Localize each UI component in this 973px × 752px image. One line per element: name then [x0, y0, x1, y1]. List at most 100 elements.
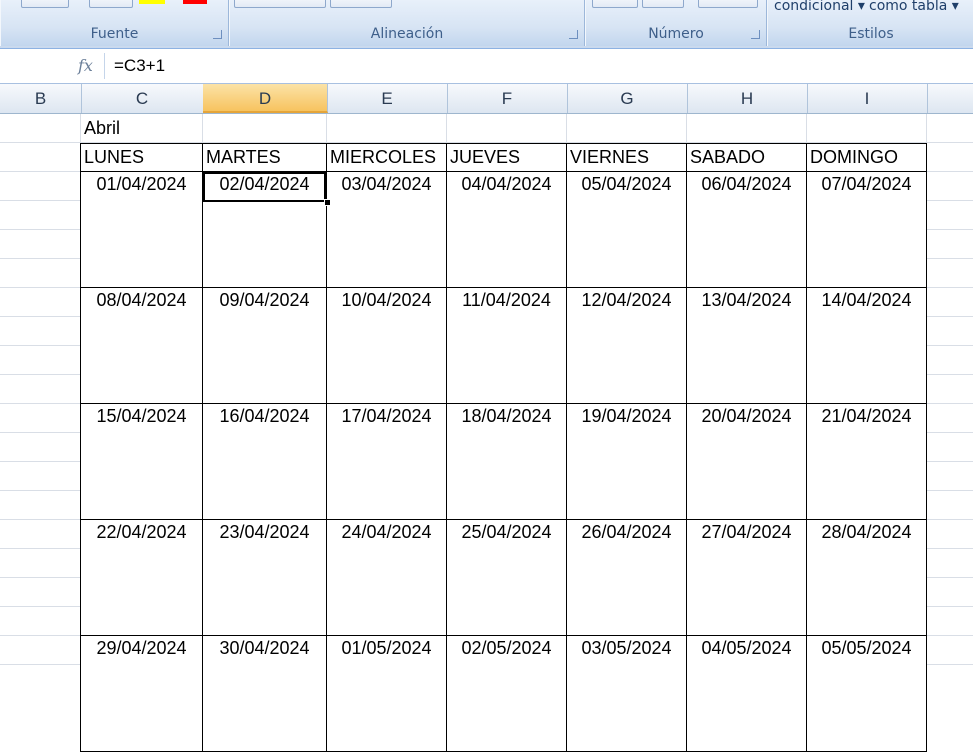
- ribbon-group-label: Alineación: [370, 26, 444, 42]
- date-cell[interactable]: 25/04/2024: [446, 519, 567, 636]
- date-value: 24/04/2024: [341, 522, 432, 542]
- date-value: 30/04/2024: [219, 638, 310, 658]
- date-cell[interactable]: 02/04/2024: [202, 171, 327, 288]
- ribbon-group-estilos: condicional ▾ como tabla ▾ Estilos: [767, 0, 973, 46]
- date-cell[interactable]: 16/04/2024: [202, 403, 327, 520]
- date-cell[interactable]: 13/04/2024: [686, 287, 807, 404]
- date-cell[interactable]: 29/04/2024: [80, 635, 203, 752]
- date-cell[interactable]: 27/04/2024: [686, 519, 807, 636]
- date-value: 03/05/2024: [581, 638, 672, 658]
- date-cell[interactable]: 01/05/2024: [326, 635, 447, 752]
- date-value: 29/04/2024: [96, 638, 187, 658]
- date-value: 08/04/2024: [96, 290, 187, 310]
- font-color-swatch[interactable]: [183, 0, 207, 4]
- date-value: 21/04/2024: [821, 406, 912, 426]
- decimal-buttons[interactable]: [698, 0, 758, 8]
- date-cell[interactable]: 24/04/2024: [326, 519, 447, 636]
- ribbon-group-label: Número: [648, 26, 704, 42]
- weekday-header-cell[interactable]: JUEVES: [446, 143, 567, 172]
- borders-button[interactable]: [89, 0, 133, 8]
- date-cell[interactable]: 05/05/2024: [806, 635, 927, 752]
- highlight-color-swatch[interactable]: [139, 0, 165, 4]
- currency-format-button[interactable]: [592, 0, 638, 8]
- date-cell[interactable]: 04/04/2024: [446, 171, 567, 288]
- column-header-filler: [927, 84, 973, 113]
- weekday-header-cell[interactable]: SABADO: [686, 143, 807, 172]
- dialog-launcher-icon[interactable]: [751, 30, 760, 39]
- date-cell[interactable]: 03/04/2024: [326, 171, 447, 288]
- format-as-table-label: como tabla: [869, 0, 948, 14]
- date-cell[interactable]: 28/04/2024: [806, 519, 927, 636]
- column-header-f[interactable]: F: [447, 84, 568, 113]
- date-cell[interactable]: 09/04/2024: [202, 287, 327, 404]
- underline-button[interactable]: [21, 0, 69, 8]
- weekday-header-cell[interactable]: MARTES: [202, 143, 327, 172]
- date-value: 03/04/2024: [341, 174, 432, 194]
- conditional-format-button[interactable]: condicional ▾: [774, 0, 865, 14]
- column-header-i[interactable]: I: [807, 84, 928, 113]
- date-value: 16/04/2024: [219, 406, 310, 426]
- date-cell[interactable]: 17/04/2024: [326, 403, 447, 520]
- column-header-b[interactable]: B: [0, 84, 82, 113]
- date-cell[interactable]: 05/04/2024: [566, 171, 687, 288]
- date-cell[interactable]: 20/04/2024: [686, 403, 807, 520]
- date-cell[interactable]: 23/04/2024: [202, 519, 327, 636]
- date-cell[interactable]: 22/04/2024: [80, 519, 203, 636]
- date-value: 20/04/2024: [701, 406, 792, 426]
- date-value: 17/04/2024: [341, 406, 432, 426]
- date-cell[interactable]: 14/04/2024: [806, 287, 927, 404]
- date-value: 27/04/2024: [701, 522, 792, 542]
- date-cell[interactable]: 30/04/2024: [202, 635, 327, 752]
- date-cell[interactable]: 08/04/2024: [80, 287, 203, 404]
- column-header-d[interactable]: D: [203, 84, 328, 113]
- formula-bar-divider: [104, 53, 105, 79]
- dialog-launcher-icon[interactable]: [213, 30, 222, 39]
- date-cell[interactable]: 02/05/2024: [446, 635, 567, 752]
- date-cell[interactable]: 18/04/2024: [446, 403, 567, 520]
- date-cell[interactable]: 07/04/2024: [806, 171, 927, 288]
- date-value: 04/05/2024: [701, 638, 792, 658]
- indent-buttons[interactable]: [330, 0, 392, 8]
- fx-icon[interactable]: fx: [78, 56, 93, 75]
- date-cell[interactable]: 03/05/2024: [566, 635, 687, 752]
- date-cell[interactable]: 04/05/2024: [686, 635, 807, 752]
- format-as-table-button[interactable]: como tabla ▾: [869, 0, 959, 14]
- weekday-header-cell[interactable]: MIERCOLES: [326, 143, 447, 172]
- column-header-c[interactable]: C: [81, 84, 204, 113]
- conditional-format-label: condicional: [774, 0, 854, 14]
- ribbon: Fuente Alineación Número condicional ▾ c…: [0, 0, 973, 49]
- percent-button[interactable]: [642, 0, 684, 8]
- weekday-header-cell[interactable]: VIERNES: [566, 143, 687, 172]
- date-cell[interactable]: 19/04/2024: [566, 403, 687, 520]
- date-value: 12/04/2024: [581, 290, 672, 310]
- date-cell[interactable]: 01/04/2024: [80, 171, 203, 288]
- date-value: 02/05/2024: [461, 638, 552, 658]
- date-cell[interactable]: 06/04/2024: [686, 171, 807, 288]
- column-header-g[interactable]: G: [567, 84, 688, 113]
- date-value: 25/04/2024: [461, 522, 552, 542]
- date-value: 01/05/2024: [341, 638, 432, 658]
- dialog-launcher-icon[interactable]: [569, 30, 578, 39]
- column-header-e[interactable]: E: [327, 84, 448, 113]
- formula-input[interactable]: =C3+1: [114, 56, 165, 76]
- date-cell[interactable]: 26/04/2024: [566, 519, 687, 636]
- date-value: 10/04/2024: [341, 290, 432, 310]
- date-value: 22/04/2024: [96, 522, 187, 542]
- date-value: 19/04/2024: [581, 406, 672, 426]
- formula-bar: fx =C3+1: [0, 49, 973, 84]
- fill-handle[interactable]: [324, 199, 331, 206]
- column-header-h[interactable]: H: [687, 84, 808, 113]
- weekday-header-cell[interactable]: DOMINGO: [806, 143, 927, 172]
- align-buttons[interactable]: [234, 0, 326, 8]
- date-cell[interactable]: 12/04/2024: [566, 287, 687, 404]
- month-title-cell[interactable]: Abril: [81, 114, 203, 143]
- date-cell[interactable]: 15/04/2024: [80, 403, 203, 520]
- active-cell-outline: [203, 172, 326, 202]
- weekday-header-cell[interactable]: LUNES: [80, 143, 203, 172]
- merge-center-button[interactable]: [398, 0, 570, 8]
- date-cell[interactable]: 21/04/2024: [806, 403, 927, 520]
- date-value: 15/04/2024: [96, 406, 187, 426]
- date-cell[interactable]: 10/04/2024: [326, 287, 447, 404]
- date-value: 26/04/2024: [581, 522, 672, 542]
- date-cell[interactable]: 11/04/2024: [446, 287, 567, 404]
